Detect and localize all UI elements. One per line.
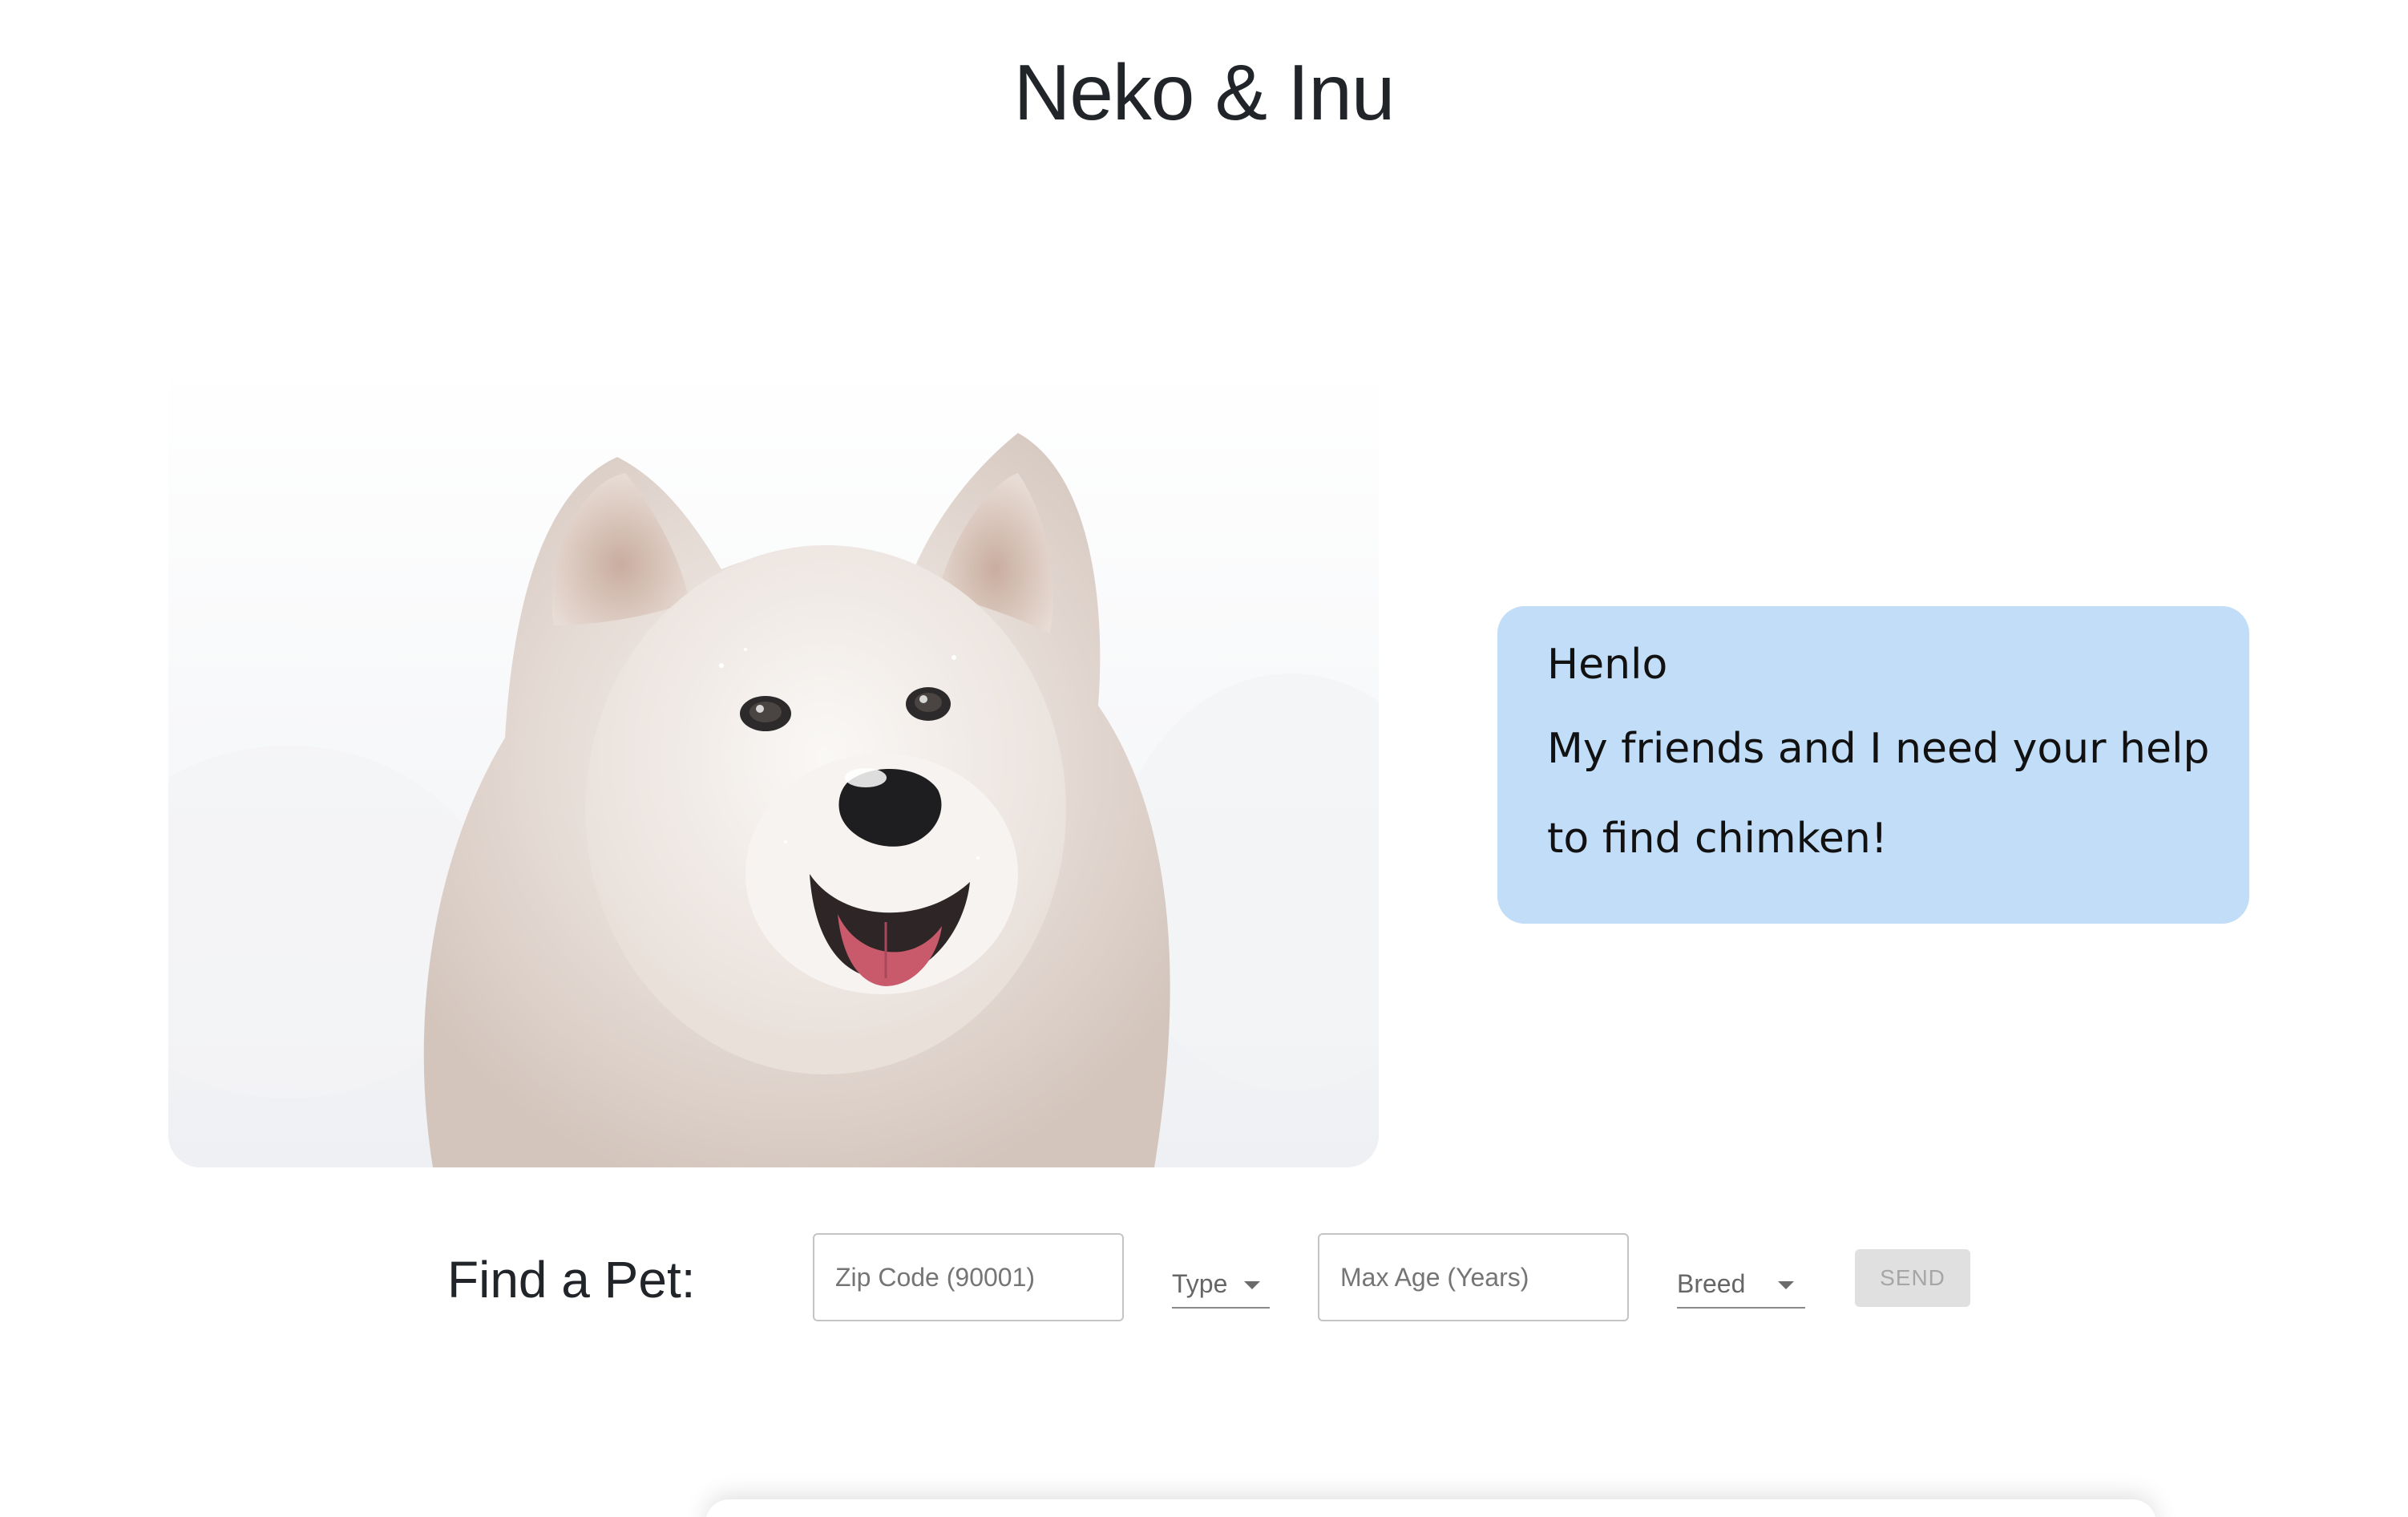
max-age-input[interactable] bbox=[1318, 1233, 1629, 1321]
speech-line-greeting: Henlo bbox=[1547, 641, 1668, 689]
speech-bubble: Henlo My friends and I need your help to… bbox=[1497, 606, 2249, 924]
speech-line-3: to find chimken! bbox=[1547, 815, 1888, 863]
breed-select-label: Breed bbox=[1677, 1268, 1746, 1298]
bottom-panel-edge bbox=[705, 1499, 2156, 1517]
type-select-label: Type bbox=[1172, 1268, 1228, 1298]
page: Neko & Inu Henlo My friends and I need y… bbox=[0, 0, 2408, 1517]
find-a-pet-label: Find a Pet: bbox=[447, 1251, 696, 1309]
speech-line-2: My friends and I need your help bbox=[1547, 725, 2210, 773]
zip-code-input[interactable] bbox=[813, 1233, 1124, 1321]
samoyed-photo bbox=[168, 361, 1379, 1167]
breed-select[interactable]: Breed bbox=[1677, 1260, 1805, 1309]
chevron-down-icon bbox=[1244, 1281, 1260, 1289]
send-button[interactable]: SEND bbox=[1855, 1249, 1970, 1307]
page-title: Neko & Inu bbox=[1013, 48, 1396, 136]
type-select[interactable]: Type bbox=[1172, 1260, 1270, 1309]
chevron-down-icon bbox=[1778, 1281, 1794, 1289]
